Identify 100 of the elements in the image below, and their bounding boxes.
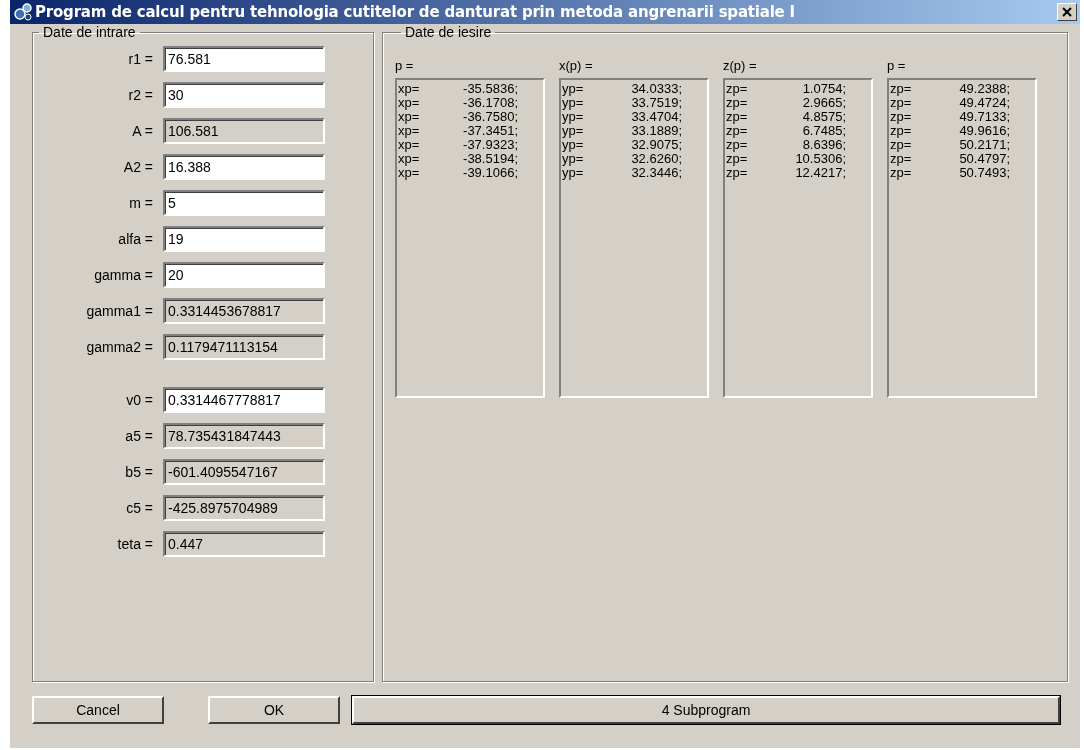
list-item-label: yp= <box>562 96 585 110</box>
input-field[interactable]: 0.447 <box>163 531 325 557</box>
list-item-value: 33.4704; <box>630 110 682 124</box>
window-title: Program de calcul pentru tehnologia cutitelor de danturat prin metoda angrenarii spatiale I <box>35 3 796 21</box>
input-field[interactable]: 78.735431847443 <box>163 423 325 449</box>
field-label: a5 = <box>124 428 154 444</box>
input-field[interactable]: 30 <box>163 82 325 108</box>
list-item-label: zp= <box>890 138 913 152</box>
input-field[interactable]: -425.8975704989 <box>163 495 325 521</box>
list-item-value: 34.0333; <box>630 82 682 96</box>
input-field[interactable]: 20 <box>163 262 325 288</box>
field-label: b5 = <box>124 464 154 480</box>
list-item-value: -36.1708; <box>462 96 518 110</box>
list-item-label: yp= <box>562 110 585 124</box>
close-button[interactable] <box>1057 3 1077 21</box>
subprogram-button[interactable]: 4 Subprogram <box>352 696 1060 724</box>
list-item-value: 10.5306; <box>794 152 846 166</box>
list-item-label: zp= <box>726 82 749 96</box>
field-label: v0 = <box>125 392 154 408</box>
list-item-label: zp= <box>726 110 749 124</box>
list-item-value: -37.3451; <box>462 124 518 138</box>
list-item-value: 33.1889; <box>630 124 682 138</box>
input-field[interactable]: 0.3314453678817 <box>163 298 325 324</box>
list-item-value: 32.6260; <box>630 152 682 166</box>
list-item-label: zp= <box>726 124 749 138</box>
list-item-value: -37.9323; <box>462 138 518 152</box>
list-item-label: zp= <box>890 96 913 110</box>
list-item-label: xp= <box>398 166 421 180</box>
field-label: m = <box>128 195 154 211</box>
list-item-value: 1.0754; <box>801 82 846 96</box>
list-item-label: xp= <box>398 110 421 124</box>
list-item-value: 50.2171; <box>958 138 1010 152</box>
list-item-value: 6.7485; <box>801 124 846 138</box>
list-item-value: 4.8575; <box>801 110 846 124</box>
field-label: gamma = <box>93 267 154 283</box>
list-item-value: 32.3446; <box>630 166 682 180</box>
list-item-value: 49.7133; <box>958 110 1010 124</box>
list-item-label: zp= <box>726 152 749 166</box>
field-label: r2 = <box>127 87 154 103</box>
list-item-label: yp= <box>562 82 585 96</box>
input-field[interactable]: 106.581 <box>163 118 325 144</box>
list-item-label: yp= <box>562 166 585 180</box>
list-item-label: xp= <box>398 124 421 138</box>
field-label: A2 = <box>122 159 154 175</box>
list-item-label: zp= <box>726 138 749 152</box>
list-caption: p = <box>395 58 415 74</box>
list-caption: p = <box>887 58 907 74</box>
list-item-label: zp= <box>890 124 913 138</box>
list-item-label: yp= <box>562 138 585 152</box>
close-icon <box>1062 7 1072 17</box>
list-item-value: 12.4217; <box>794 166 846 180</box>
list-item-label: zp= <box>890 166 913 180</box>
field-label: gamma1 = <box>85 303 154 319</box>
input-field[interactable]: 16.388 <box>163 154 325 180</box>
list-item-value: 32.9075; <box>630 138 682 152</box>
list-item-label: zp= <box>726 96 749 110</box>
input-field[interactable]: 0.3314467778817 <box>163 387 325 413</box>
list-caption: x(p) = <box>559 58 594 74</box>
list-item-label: xp= <box>398 152 421 166</box>
list-item-label: xp= <box>398 96 421 110</box>
list-item-value: 49.9616; <box>958 124 1010 138</box>
result-list[interactable]: zp= 49.2388; zp= 49.4724; zp= 49.7133; zp= 49.9616; zp= 50.2171; zp= 50.4797; zp= 50.7493; <box>887 78 1037 398</box>
field-label: c5 = <box>125 500 154 516</box>
list-item-label: zp= <box>890 110 913 124</box>
list-item-label: yp= <box>562 124 585 138</box>
result-list[interactable]: yp= 34.0333; yp= 33.7519; yp= 33.4704; yp= 33.1889; yp= 32.9075; yp= 32.6260; yp= 32.3446; <box>559 78 709 398</box>
field-label: alfa = <box>117 231 154 247</box>
ok-button[interactable]: OK <box>208 696 340 724</box>
group-title: Date de iesire <box>404 24 493 40</box>
field-label: A = <box>131 123 154 139</box>
list-item-label: xp= <box>398 82 421 96</box>
list-item-value: 49.2388; <box>958 82 1010 96</box>
list-item-value: -39.1066; <box>462 166 518 180</box>
result-list[interactable]: zp= 1.0754; zp= 2.9665; zp= 4.8575; zp= 6.7485; zp= 8.6396; zp= 10.5306; zp= 12.4217; <box>723 78 873 398</box>
list-item-value: 50.7493; <box>958 166 1010 180</box>
input-field[interactable]: 19 <box>163 226 325 252</box>
list-item-label: zp= <box>726 166 749 180</box>
field-label: r1 = <box>127 51 154 67</box>
list-item-label: xp= <box>398 138 421 152</box>
result-list[interactable]: xp= -35.5836; xp= -36.1708; xp= -36.7580; xp= -37.3451; xp= -37.9323; xp= -38.5194; xp= -39.1066; <box>395 78 545 398</box>
input-field[interactable]: -601.4095547167 <box>163 459 325 485</box>
list-item-value: 33.7519; <box>630 96 682 110</box>
list-item-label: zp= <box>890 152 913 166</box>
cancel-button[interactable]: Cancel <box>32 696 164 724</box>
list-item-value: 8.6396; <box>801 138 846 152</box>
input-field[interactable]: 0.1179471113154 <box>163 334 325 360</box>
list-item-value: -36.7580; <box>462 110 518 124</box>
list-caption: z(p) = <box>723 58 758 74</box>
list-item-label: yp= <box>562 152 585 166</box>
list-item-label: zp= <box>890 82 913 96</box>
input-field[interactable]: 5 <box>163 190 325 216</box>
list-item-value: 49.4724; <box>958 96 1010 110</box>
list-item-value: -35.5836; <box>462 82 518 96</box>
list-item-value: 50.4797; <box>958 152 1010 166</box>
list-item-value: -38.5194; <box>462 152 518 166</box>
field-label: gamma2 = <box>85 339 154 355</box>
group-title: Date de intrare <box>42 24 137 40</box>
input-field[interactable]: 76.581 <box>163 46 325 72</box>
field-label: teta = <box>116 536 154 552</box>
list-item-value: 2.9665; <box>801 96 846 110</box>
